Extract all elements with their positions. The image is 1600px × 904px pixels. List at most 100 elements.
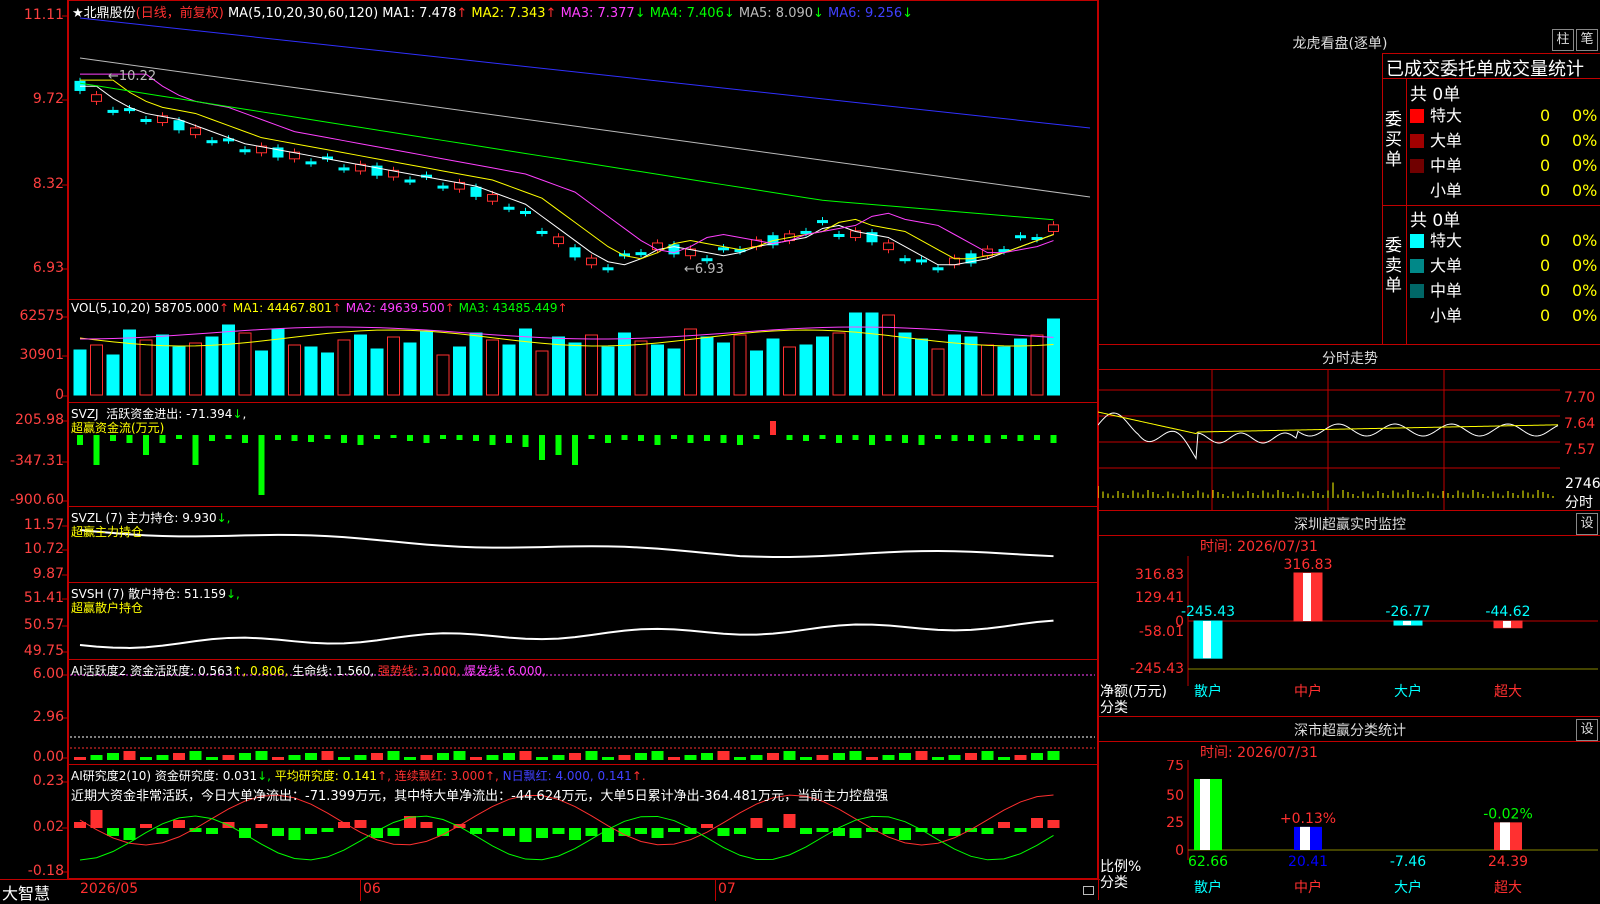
candle-body-8: [206, 140, 218, 144]
ss-bottom-0: 62.66: [1188, 854, 1228, 870]
buy-row-1[interactable]: 大单: [1410, 129, 1462, 153]
ai2-bar-29: [552, 828, 565, 834]
sell-row-2[interactable]: 中单: [1410, 279, 1462, 303]
lhkp-side-divider: [1406, 78, 1407, 344]
svzj-bar-9: [225, 435, 232, 439]
date-divider-1: [360, 880, 361, 901]
ai1-bar-19: [387, 751, 400, 760]
ss-settings-button[interactable]: 设: [1576, 719, 1598, 741]
svzj-bar-17: [357, 435, 364, 445]
sell-row-1[interactable]: 大单: [1410, 254, 1462, 278]
buy-row-3[interactable]: 小单: [1410, 179, 1462, 203]
ma-arrow-3: ↓: [723, 6, 735, 21]
candle-body-20: [404, 179, 416, 183]
svzj-bar-54: [968, 435, 974, 441]
ai1-bar-59: [1047, 751, 1060, 760]
buy-pct-1: 0%: [1572, 131, 1598, 150]
main-chart-header: ★北鼎股份(日线，前复权) MA(5,10,20,30,60,120) MA1:…: [72, 2, 913, 21]
ai1-bar-6: [173, 753, 185, 760]
ai1-axis-label-2: 0.00: [32, 749, 64, 765]
ss-top-1: +0.13%: [1280, 811, 1336, 827]
ai1-bar-56: [998, 757, 1010, 760]
ai1-bar-57: [1014, 755, 1027, 760]
vol-axis-label-1: 30901: [19, 347, 64, 363]
ai2-lianxu: 连续飘红: 3.000: [394, 769, 485, 783]
sell-swatch-0: [1410, 234, 1424, 248]
ai1-bar-7: [189, 751, 202, 760]
intraday-vol-label: 2746: [1565, 476, 1600, 492]
sell-row-3[interactable]: 小单: [1410, 304, 1462, 328]
svzj-bar-51: [918, 435, 925, 445]
price-axis-label-0: 11.11: [23, 7, 64, 23]
ai1-v2: ↑, 0.806,: [232, 664, 289, 678]
vol-bar-9: [222, 324, 235, 396]
vol-bar-40: [733, 334, 747, 396]
ai1-bar-4: [140, 757, 152, 760]
ai2-bar-1: [90, 810, 103, 828]
sz-title: 深圳超赢实时监控: [1294, 517, 1406, 533]
sell-label-0: 特大: [1430, 231, 1463, 250]
tick-mode-button[interactable]: 笔: [1576, 29, 1598, 51]
sz-bar-chart[interactable]: 316.83129.410-58.01-245.43-245.43散户316.8…: [1098, 556, 1600, 716]
intraday-chart[interactable]: [1098, 370, 1600, 510]
ai1-text1: 资金活跃度:: [130, 664, 195, 678]
ai1-bar-54: [965, 753, 977, 760]
brand-label: 大智慧: [2, 884, 51, 903]
buy-row-2[interactable]: 中单: [1410, 154, 1462, 178]
candle-body-24: [470, 186, 482, 197]
ai1-bar-8: [206, 757, 218, 760]
svzj-bar-23: [456, 435, 463, 440]
svzj-bar-28: [539, 435, 545, 460]
vol-bar-16: [337, 339, 351, 396]
candle-body-7: [190, 127, 201, 136]
ai2-bar-24: [470, 828, 482, 834]
ai2-bar-15: [321, 828, 334, 832]
buy-label-3: 小单: [1430, 181, 1463, 200]
svzj-bar-7: [192, 435, 199, 465]
ai2-bar-4: [140, 824, 152, 828]
ai-activity-header: AI活跃度2 资金活跃度: 0.563↑, 0.806, 生命线: 1.560,…: [71, 662, 546, 679]
buy-pct-2: 0%: [1572, 156, 1598, 175]
ai1-bar-29: [552, 755, 565, 760]
buy-row-0[interactable]: 特大: [1410, 104, 1462, 128]
date-tick-1: 06: [363, 881, 381, 897]
vol-bar-54: [964, 336, 978, 396]
ai1-axis-label-1: 2.96: [32, 709, 64, 725]
ai1-bar-36: [668, 757, 680, 760]
ai2-bar-28: [536, 828, 548, 838]
ai2-label: AI研究度2(10): [71, 769, 152, 783]
ai1-bar-0: [74, 757, 86, 760]
ss-top-3: -0.02%: [1483, 806, 1533, 822]
ai2-bar-41: [750, 818, 763, 828]
svzj-bar-42: [770, 421, 776, 435]
buy-label-1: 大单: [1430, 131, 1463, 150]
ss-bar-chart[interactable]: 75 50 25 062.66 -0.10% 散户 20.41 +0.13% 中户 -7.46 大户…: [1098, 760, 1600, 900]
sell-row-0[interactable]: 特大: [1410, 229, 1462, 253]
vol-bar-6: [172, 346, 186, 396]
ai1-bar-25: [486, 755, 499, 760]
bar-mode-button[interactable]: 柱: [1552, 29, 1574, 51]
ai1-bar-34: [635, 753, 647, 760]
ai2-axis-label-2: -0.18: [27, 863, 64, 879]
svzj-bar-27: [522, 435, 529, 447]
svzj-bar-10: [242, 435, 248, 443]
svzj-bar-16: [341, 435, 347, 443]
svzl-axis-label-0: 11.57: [23, 517, 64, 533]
ss-cat-2: 大户: [1394, 879, 1422, 896]
sz-settings-button[interactable]: 设: [1576, 513, 1598, 535]
svsh-axis-label-1: 50.57: [23, 617, 64, 633]
vol-bar-48: [865, 312, 879, 396]
ma-arrow-2: ↑: [557, 301, 568, 315]
candle-body-59: [1048, 224, 1059, 232]
kline-chart[interactable]: ←10.22 ←6.93: [0, 0, 1100, 880]
lock-icon[interactable]: [1083, 886, 1094, 895]
low-mark-label: ←6.93: [684, 262, 724, 277]
period-label[interactable]: (日线，前复权): [136, 6, 224, 21]
svzj-bar-8: [209, 435, 215, 441]
favorite-star-icon[interactable]: ★: [72, 6, 84, 21]
svzj-bar-48: [869, 435, 875, 445]
ai1-bar-17: [354, 755, 367, 760]
svzj-bar-46: [836, 435, 842, 443]
sell-swatch-3: [1410, 309, 1424, 323]
vol-bar-52: [931, 348, 945, 396]
